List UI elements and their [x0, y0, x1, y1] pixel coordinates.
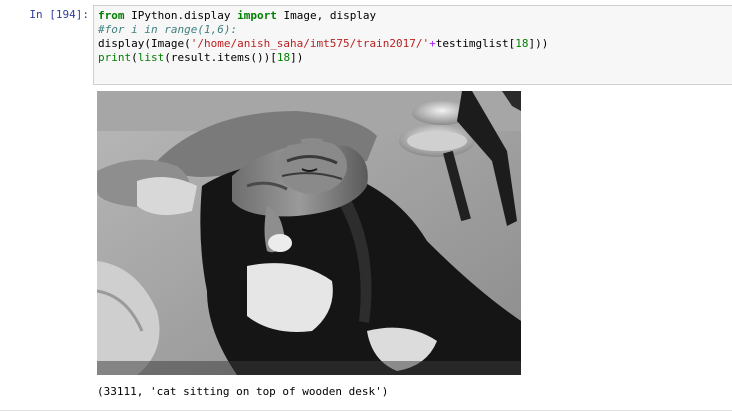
module-name: IPython.display [124, 9, 238, 22]
builtin-list: list [137, 51, 165, 64]
notebook-cell: In [194]: from IPython.display import Im… [0, 0, 732, 413]
builtin-print: print [98, 51, 132, 64]
call-close: ])) [528, 37, 549, 50]
paren-open: ( [131, 51, 138, 64]
output-text: (33111, 'cat sitting on top of wooden de… [97, 385, 389, 398]
call-close-2: ]) [290, 51, 304, 64]
input-prompt: In [194]: [29, 8, 89, 21]
path-string: '/home/anish_saha/imt575/train2017/' [190, 37, 430, 50]
output-photo [97, 91, 521, 375]
keyword-import: import [237, 9, 277, 22]
code-line-4: print(list(result.items())[18]) [98, 51, 728, 65]
items-call: (result.items())[ [164, 51, 277, 64]
import-names: Image, display [276, 9, 377, 22]
plus-operator: + [429, 37, 436, 50]
keyword-from: from [98, 9, 125, 22]
cell-divider [0, 410, 732, 411]
code-line-1: from IPython.display import Image, displ… [98, 9, 728, 23]
code-line-3: display(Image('/home/anish_saha/imt575/t… [98, 37, 728, 51]
code-comment: #for i in range(1,6): [98, 23, 238, 36]
code-input-area[interactable]: from IPython.display import Image, displ… [93, 5, 732, 85]
cat-on-dog-photo [97, 91, 521, 375]
code-line-2: #for i in range(1,6): [98, 23, 728, 37]
index-number-2: 18 [276, 51, 291, 64]
display-call: display(Image( [98, 37, 191, 50]
index-number: 18 [515, 37, 529, 50]
list-index-open: testimglist[ [435, 37, 516, 50]
